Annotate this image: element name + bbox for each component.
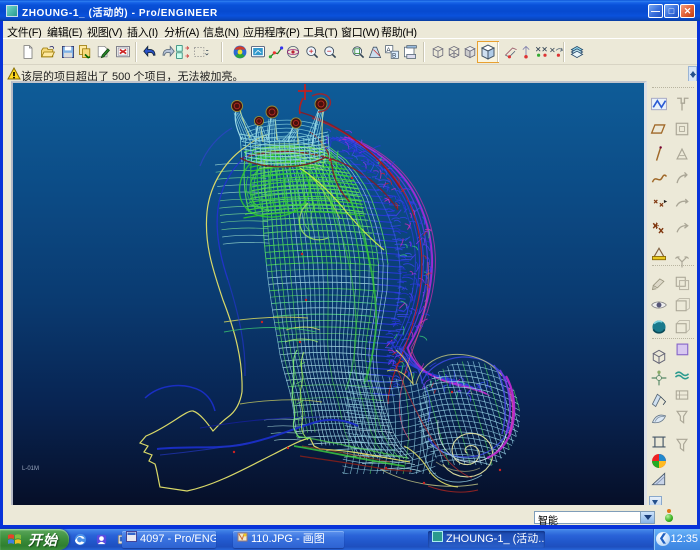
svg-text:B: B	[392, 53, 396, 60]
svg-text:L-01M: L-01M	[22, 466, 39, 472]
svg-text:A: A	[386, 47, 391, 54]
